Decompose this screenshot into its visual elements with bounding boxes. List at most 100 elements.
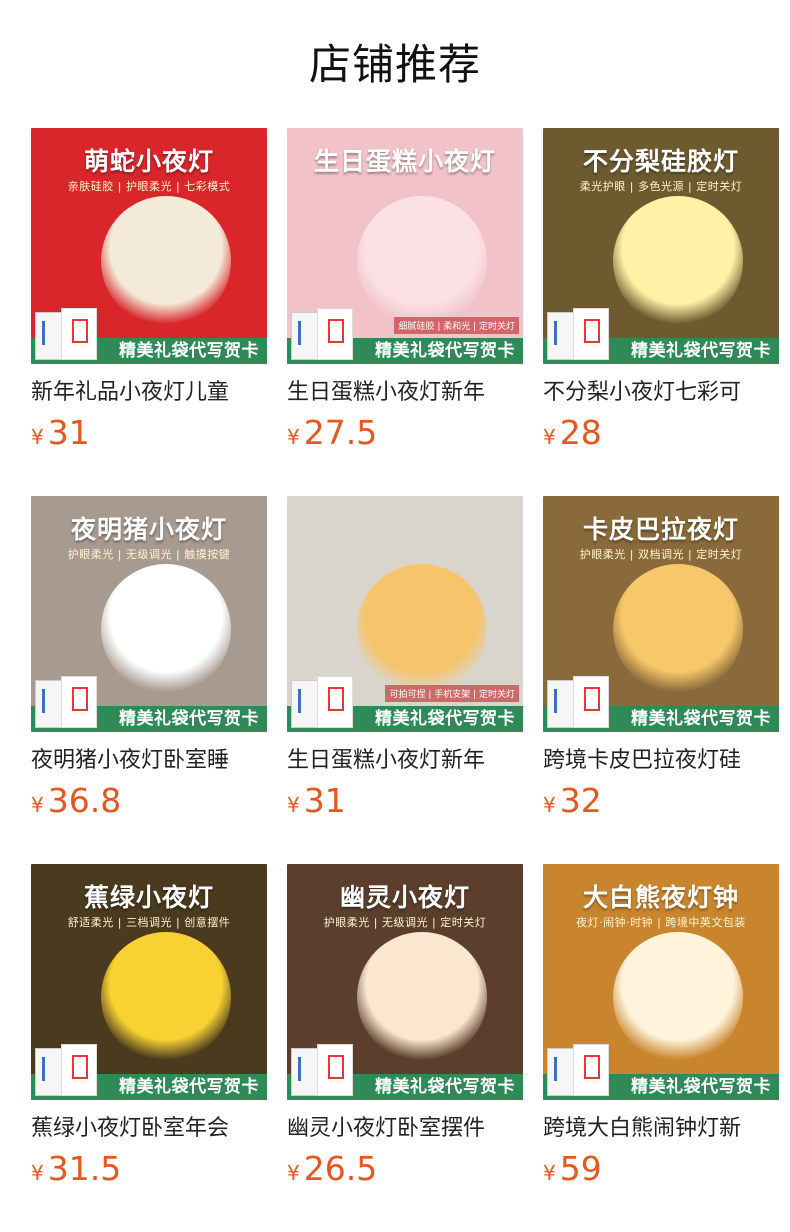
price-row: ¥31.5 [31,1150,267,1188]
price-row: ¥27.5 [287,414,523,452]
product-card[interactable]: 蕉绿小夜灯 舒适柔光 | 三档调光 | 创意摆件 精美礼袋代写贺卡 蕉绿小夜灯卧室年会… [31,864,267,1232]
product-image[interactable]: 夜明猪小夜灯 护眼柔光 | 无级调光 | 触摸按键 精美礼袋代写贺卡 [31,496,267,732]
image-headline: 生日蛋糕小夜灯 [313,147,496,176]
product-image[interactable]: 可拍可捏 | 手机支架 | 定时关灯 精美礼袋代写贺卡 [287,496,523,732]
image-subline: 护眼柔光 | 无级调光 | 触摸按键 [67,548,231,561]
image-headline: 蕉绿小夜灯 [83,883,214,912]
currency-symbol: ¥ [31,425,44,449]
product-image[interactable]: 大白熊夜灯钟 夜灯·闹钟·时钟 | 跨境中英文包装 精美礼袋代写贺卡 [543,864,779,1100]
image-subline: 夜灯·闹钟·时钟 | 跨境中英文包装 [576,916,746,929]
product-title[interactable]: 跨境大白熊闹钟灯新 [543,1114,779,1144]
image-headline: 大白熊夜灯钟 [582,883,739,912]
image-headline: 萌蛇小夜灯 [83,147,214,176]
gift-bag-right [317,308,353,360]
image-subline: 柔光护眼 | 多色光源 | 定时关灯 [579,180,743,193]
product-price: 31.5 [47,1149,122,1188]
gift-bag-right [61,676,97,728]
gift-bag-icon [291,1044,353,1096]
product-card[interactable]: 幽灵小夜灯 护眼柔光 | 无级调光 | 定时关灯 精美礼袋代写贺卡 幽灵小夜灯卧室摆件… [287,864,523,1232]
gift-bag-right [317,676,353,728]
lamp-figure-icon [101,564,231,694]
image-feature-strip: 细腻硅胶 | 柔和光 | 定时关灯 [394,317,519,334]
price-row: ¥28 [543,414,779,452]
product-card[interactable]: 可拍可捏 | 手机支架 | 定时关灯 精美礼袋代写贺卡生日蛋糕小夜灯新年 ¥31 [287,496,523,864]
image-headline: 卡皮巴拉夜灯 [582,515,739,544]
image-headline: 夜明猪小夜灯 [70,515,227,544]
gift-bag-right [573,1044,609,1096]
product-title[interactable]: 生日蛋糕小夜灯新年 [287,378,523,408]
lamp-figure-icon [357,932,487,1062]
lamp-figure-icon [101,196,231,326]
lamp-figure-icon [357,564,487,694]
currency-symbol: ¥ [543,793,556,817]
product-card[interactable]: 不分梨硅胶灯 柔光护眼 | 多色光源 | 定时关灯 精美礼袋代写贺卡 不分梨小夜灯七彩… [543,128,779,496]
product-card[interactable]: 大白熊夜灯钟 夜灯·闹钟·时钟 | 跨境中英文包装 精美礼袋代写贺卡 跨境大白熊闹钟灯… [543,864,779,1232]
product-image[interactable]: 萌蛇小夜灯 亲肤硅胶 | 护眼柔光 | 七彩模式 精美礼袋代写贺卡 [31,128,267,364]
gift-bag-icon [547,676,609,728]
gift-bag-right [317,1044,353,1096]
gift-bag-right [61,308,97,360]
product-image[interactable]: 不分梨硅胶灯 柔光护眼 | 多色光源 | 定时关灯 精美礼袋代写贺卡 [543,128,779,364]
product-title[interactable]: 蕉绿小夜灯卧室年会 [31,1114,267,1144]
product-price: 59 [559,1149,602,1188]
gift-bag-icon [35,1044,97,1096]
image-feature-strip: 可拍可捏 | 手机支架 | 定时关灯 [385,685,519,702]
currency-symbol: ¥ [543,425,556,449]
currency-symbol: ¥ [31,793,44,817]
price-row: ¥36.8 [31,782,267,820]
image-subline: 舒适柔光 | 三档调光 | 创意摆件 [67,916,231,929]
image-subline: 护眼柔光 | 无级调光 | 定时关灯 [323,916,487,929]
product-image[interactable]: 卡皮巴拉夜灯 护眼柔光 | 双档调光 | 定时关灯 精美礼袋代写贺卡 [543,496,779,732]
gift-bag-right [573,308,609,360]
lamp-figure-icon [357,196,487,326]
price-row: ¥59 [543,1150,779,1188]
product-card[interactable]: 夜明猪小夜灯 护眼柔光 | 无级调光 | 触摸按键 精美礼袋代写贺卡 夜明猪小夜灯卧室… [31,496,267,864]
product-card[interactable]: 萌蛇小夜灯 亲肤硅胶 | 护眼柔光 | 七彩模式 精美礼袋代写贺卡 新年礼品小夜灯儿童… [31,128,267,496]
gift-bag-icon [547,308,609,360]
currency-symbol: ¥ [287,1161,300,1185]
currency-symbol: ¥ [287,793,300,817]
product-title[interactable]: 跨境卡皮巴拉夜灯硅 [543,746,779,776]
product-title[interactable]: 夜明猪小夜灯卧室睡 [31,746,267,776]
product-price: 36.8 [47,781,122,820]
product-image[interactable]: 幽灵小夜灯 护眼柔光 | 无级调光 | 定时关灯 精美礼袋代写贺卡 [287,864,523,1100]
product-card[interactable]: 生日蛋糕小夜灯 细腻硅胶 | 柔和光 | 定时关灯 精美礼袋代写贺卡 生日蛋糕小夜灯新… [287,128,523,496]
product-image[interactable]: 生日蛋糕小夜灯 细腻硅胶 | 柔和光 | 定时关灯 精美礼袋代写贺卡 [287,128,523,364]
lamp-figure-icon [613,564,743,694]
gift-bag-icon [291,676,353,728]
price-row: ¥31 [31,414,267,452]
product-card[interactable]: 卡皮巴拉夜灯 护眼柔光 | 双档调光 | 定时关灯 精美礼袋代写贺卡 跨境卡皮巴拉夜灯… [543,496,779,864]
lamp-figure-icon [101,932,231,1062]
product-price: 31 [303,781,346,820]
lamp-figure-icon [613,932,743,1062]
image-headline: 不分梨硅胶灯 [582,147,739,176]
product-title[interactable]: 幽灵小夜灯卧室摆件 [287,1114,523,1144]
gift-bag-icon [291,308,353,360]
image-headline: 幽灵小夜灯 [339,883,470,912]
gift-bag-right [573,676,609,728]
section-title: 店铺推荐 [308,40,481,89]
currency-symbol: ¥ [543,1161,556,1185]
product-price: 28 [559,413,602,452]
product-title[interactable]: 新年礼品小夜灯儿童 [31,378,267,408]
image-subline: 护眼柔光 | 双档调光 | 定时关灯 [579,548,743,561]
product-title[interactable]: 生日蛋糕小夜灯新年 [287,746,523,776]
price-row: ¥26.5 [287,1150,523,1188]
product-price: 27.5 [303,413,378,452]
product-price: 31 [47,413,90,452]
price-row: ¥32 [543,782,779,820]
image-subline: 亲肤硅胶 | 护眼柔光 | 七彩模式 [67,180,231,193]
product-image[interactable]: 蕉绿小夜灯 舒适柔光 | 三档调光 | 创意摆件 精美礼袋代写贺卡 [31,864,267,1100]
gift-bag-icon [35,676,97,728]
gift-bag-icon [547,1044,609,1096]
product-grid: 萌蛇小夜灯 亲肤硅胶 | 护眼柔光 | 七彩模式 精美礼袋代写贺卡 新年礼品小夜灯儿童… [31,128,790,1232]
gift-bag-icon [35,308,97,360]
lamp-figure-icon [613,196,743,326]
currency-symbol: ¥ [287,425,300,449]
product-price: 26.5 [303,1149,378,1188]
product-title[interactable]: 不分梨小夜灯七彩可 [543,378,779,408]
price-row: ¥31 [287,782,523,820]
gift-bag-right [61,1044,97,1096]
product-price: 32 [559,781,602,820]
currency-symbol: ¥ [31,1161,44,1185]
